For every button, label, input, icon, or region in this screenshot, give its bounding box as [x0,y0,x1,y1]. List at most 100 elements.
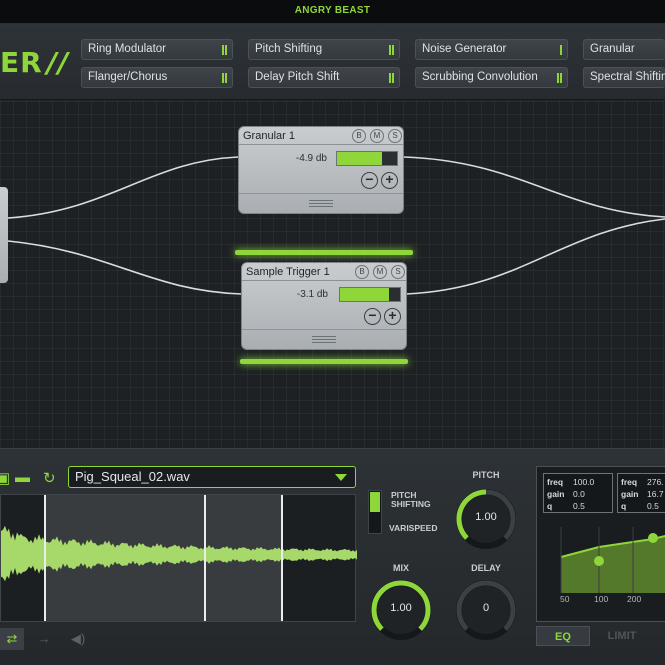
node-footer[interactable] [242,329,406,349]
level-meter[interactable] [339,287,401,302]
effects-header: ER// Ring Modulator Pitch Shifting Noise… [0,24,665,100]
plus-button[interactable]: + [381,172,398,189]
eq-band-2-q: 0.5 [647,501,659,511]
folder-icon[interactable]: ▬ [15,469,30,486]
effect-label: Flanger/Chorus [88,71,168,83]
reload-icon[interactable]: ↻ [43,469,56,487]
title-bar: ANGRY BEAST [0,0,665,24]
one-shot-icon[interactable]: → [30,628,58,650]
eq-axis-tick: 200 [627,594,642,604]
mode-toggle[interactable] [368,490,382,534]
eq-axis-tick: 100 [594,594,609,604]
eq-band-2-handle [648,533,658,543]
meter-fill [337,152,382,165]
effect-spectral-shifting[interactable]: Spectral Shifting [583,67,665,88]
pitch-value: 1.00 [475,511,497,523]
mix-label: MIX [392,563,409,573]
waveform-display[interactable] [0,494,357,622]
drag-grip-icon [557,73,562,83]
solo-button[interactable]: S [388,129,402,143]
drag-handle-icon [309,200,333,207]
effect-label: Ring Modulator [88,43,166,55]
selection-bottom-bar [240,359,408,364]
speaker-icon[interactable]: ◀) [64,628,92,650]
file-name: Pig_Squeal_02.wav [75,469,190,484]
effect-label: Delay Pitch Shift [255,71,340,83]
effect-scrubbing-convolution[interactable]: Scrubbing Convolution [415,67,568,88]
logo: ER// [0,46,69,79]
effect-ring-modulator[interactable]: Ring Modulator [81,39,233,60]
freq-label: freq [547,477,564,487]
meter-fill [340,288,390,301]
drag-grip-icon [222,73,227,83]
drag-grip-icon [389,73,394,83]
plugin-window: ANGRY BEAST ER// Ring Modulator Pitch Sh… [0,0,665,665]
plus-button[interactable]: + [384,308,401,325]
effect-label: Pitch Shifting [255,43,323,55]
waveform-shape [1,525,357,582]
gain-label: gain [621,489,639,499]
chevron-down-icon [335,474,347,481]
start-marker[interactable] [44,495,46,621]
freq-label: freq [621,477,638,487]
node-sample-trigger[interactable]: Sample Trigger 1 B M S -3.1 db − + [241,262,407,350]
logo-text: ER [0,46,43,79]
effect-granular[interactable]: Granular [583,39,665,60]
eq-band-2-freq: 276. [647,477,664,487]
node-granular[interactable]: Granular 1 B M S -4.9 db − + [238,126,404,214]
gain-label: gain [547,489,565,499]
effect-label: Scrubbing Convolution [422,71,538,83]
node-graph[interactable]: Granular 1 B M S -4.9 db − + Sample Trig… [0,101,665,448]
logo-tail: // [46,46,70,79]
effect-label: Spectral Shifting [590,71,665,83]
minus-button[interactable]: − [361,172,378,189]
effect-label: Noise Generator [422,43,507,55]
eq-band-1-gain: 0.0 [573,489,585,499]
delay-value: 0 [482,602,490,614]
delay-label: DELAY [471,563,501,573]
bypass-button[interactable]: B [352,129,366,143]
brand-title: ANGRY BEAST [294,5,371,16]
drag-grip-icon [222,45,227,55]
drag-handle-icon [312,336,336,343]
delay-knob[interactable]: 0 [451,575,521,645]
minus-button[interactable]: − [364,308,381,325]
solo-button[interactable]: S [391,265,405,279]
tab-limit[interactable]: LIMIT [594,626,650,646]
mode-varispeed-label[interactable]: VARISPEED [389,524,438,533]
drag-grip-icon [560,45,562,55]
q-label: q [547,501,553,511]
eq-band-1-freq: 100.0 [573,477,595,487]
selection-top-bar [235,250,413,255]
mix-knob[interactable]: 1.00 [366,575,436,645]
sample-file-select[interactable]: Pig_Squeal_02.wav [68,466,356,488]
effect-pitch-shifting[interactable]: Pitch Shifting [248,39,400,60]
mix-value: 1.00 [390,602,412,614]
mute-button[interactable]: M [373,265,387,279]
eq-band-1-readout[interactable]: freq 100.0 gain 0.0 q 0.5 [543,473,613,513]
loop-mode-icon[interactable]: ⇄ [0,628,24,650]
eq-band-2-readout[interactable]: freq 276. gain 16.7 q 0.5 [617,473,665,513]
bypass-button[interactable]: B [355,265,369,279]
eq-band-1-q: 0.5 [573,501,585,511]
pitch-knob[interactable]: 1.00 [451,484,521,554]
drag-grip-icon [389,45,394,55]
eq-band-2-gain: 16.7 [647,489,664,499]
effect-noise-generator[interactable]: Noise Generator [415,39,568,60]
effect-label: Granular [590,43,635,55]
pitch-label: PITCH [472,470,500,480]
level-readout: -3.1 db [296,289,328,300]
end-marker[interactable] [281,495,283,621]
input-node[interactable] [0,187,8,283]
playhead-marker[interactable] [204,495,206,621]
mute-button[interactable]: M [370,129,384,143]
q-label: q [621,501,627,511]
level-meter[interactable] [336,151,398,166]
node-footer[interactable] [239,193,403,213]
tab-eq[interactable]: EQ [536,626,590,646]
effect-delay-pitch-shift[interactable]: Delay Pitch Shift [248,67,400,88]
mode-pitch-shifting-label[interactable]: PITCH SHIFTING [391,491,431,509]
toggle-indicator [370,492,380,512]
save-icon[interactable]: ▣ [0,469,10,487]
effect-flanger-chorus[interactable]: Flanger/Chorus [81,67,233,88]
